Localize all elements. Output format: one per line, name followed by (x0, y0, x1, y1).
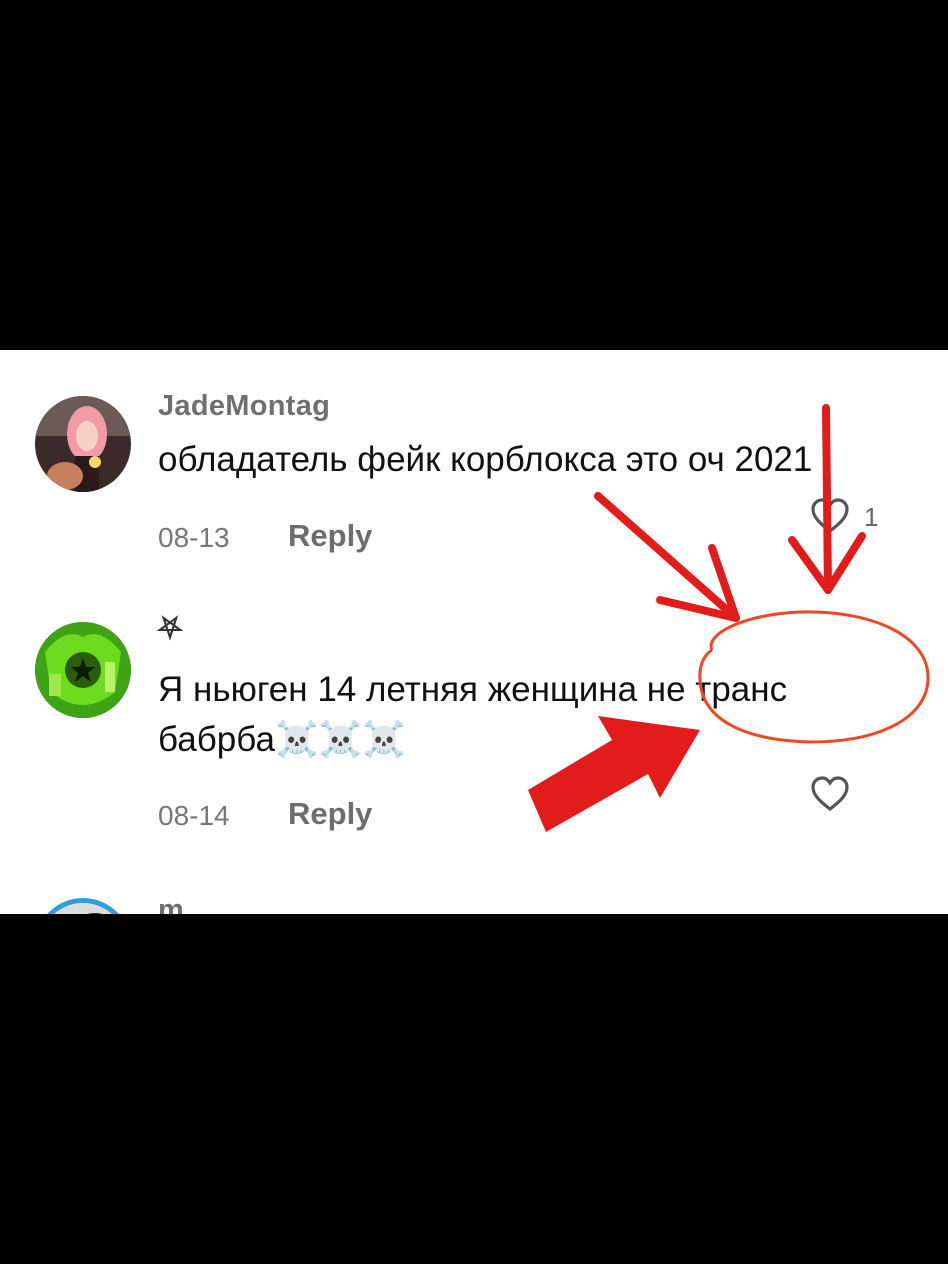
user-avatar[interactable] (35, 396, 131, 492)
comment-date: 08-13 (158, 522, 230, 553)
comment-date: 08-14 (158, 800, 230, 831)
skull-emoji: ☠️ (362, 720, 406, 759)
reply-button[interactable]: Reply (288, 796, 372, 832)
heart-outline-icon (811, 498, 849, 534)
comment-username[interactable]: m (158, 894, 184, 914)
comments-panel: JadeMontag обладатель фейк корблокса это… (0, 350, 948, 914)
like-button[interactable] (810, 776, 850, 817)
skull-emoji: ☠️ (274, 720, 319, 759)
comment-username[interactable]: JadeMontag (158, 390, 330, 423)
user-avatar[interactable] (35, 898, 131, 914)
user-avatar[interactable] (35, 622, 131, 718)
heart-outline-icon (811, 776, 849, 812)
comment-username[interactable]: ⛧ (158, 612, 182, 646)
comment-text: Я ньюген 14 летняя женщина не транс (158, 670, 788, 709)
comment-text-part: бабрба (158, 720, 275, 759)
comment-text: обладатель фейк корблокса это оч 2021 (158, 440, 813, 479)
like-button[interactable] (810, 498, 850, 539)
comment-text-line2: бабрба☠️☠️☠️ (158, 712, 406, 767)
red-arrow-annotation (594, 492, 740, 622)
reply-button[interactable]: Reply (288, 518, 372, 554)
skull-emoji: ☠️ (318, 720, 363, 759)
like-count: 1 (864, 502, 879, 532)
red-arrow-annotation (528, 716, 700, 832)
